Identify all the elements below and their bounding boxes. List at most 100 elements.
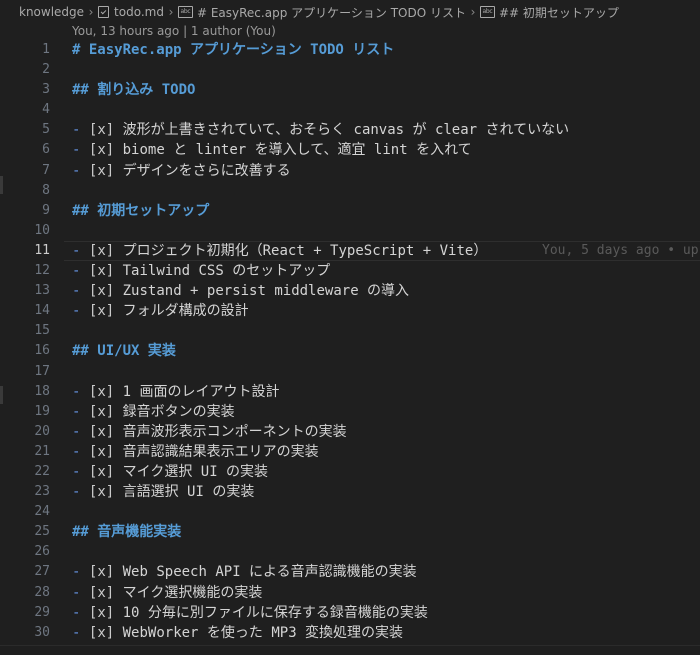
breadcrumb-symbol-heading2[interactable]: abc ## 初期セットアップ [479, 0, 619, 24]
checkbox-close-bracket: ] [105, 584, 115, 601]
breadcrumb-folder[interactable]: knowledge [19, 0, 84, 24]
editor-line[interactable]: 2 [0, 60, 700, 80]
line-number: 21 [34, 443, 50, 459]
markdown-heading-2: ## 初期セットアップ [72, 201, 209, 221]
breadcrumb-symbol-heading1[interactable]: abc # EasyRec.app アプリケーション TODO リスト [177, 0, 466, 24]
gutter-change-marker [0, 176, 3, 194]
editor-line[interactable]: 7 - [x] デザインをさらに改善する [0, 161, 700, 181]
editor-line[interactable]: 17 [0, 362, 700, 382]
task-list-item: - [x] Tailwind CSS のセットアップ [72, 261, 330, 281]
list-dash: - [72, 142, 81, 159]
inline-git-blame: You, 5 days ago • up [542, 242, 699, 258]
task-list-item: - [x] マイク選択 UI の実装 [72, 462, 268, 482]
editor-line[interactable]: 4 [0, 100, 700, 120]
task-list-item: - [x] プロジェクト初期化（React + TypeScript + Vit… [72, 241, 487, 261]
list-dash: - [72, 242, 81, 259]
line-number: 4 [42, 102, 50, 118]
list-dash: - [72, 403, 81, 420]
code-editor[interactable]: 1 # EasyRec.app アプリケーション TODO リスト 2 3 ## 割り込… [0, 40, 700, 643]
string-symbol-icon: abc [177, 6, 193, 18]
line-number: 7 [42, 162, 50, 178]
editor-line[interactable]: 11 - [x] プロジェクト初期化（React + TypeScript + V… [0, 240, 700, 262]
line-number: 30 [34, 624, 50, 640]
task-text: マイク選択 UI の実装 [122, 463, 269, 480]
task-list-item: - [x] 10 分毎に別ファイルに保存する録音機能の実装 [72, 603, 428, 623]
editor-line[interactable]: 6 - [x] biome と linter を導入して、適宜 lint を入れて [0, 140, 700, 160]
checkbox-mark: x [97, 122, 106, 139]
editor-line[interactable]: 27 - [x] Web Speech API による音声認識機能の実装 [0, 562, 700, 582]
line-number: 12 [34, 263, 50, 279]
task-list-item: - [x] マイク選択機能の実装 [72, 583, 262, 603]
checkbox-mark: x [97, 564, 106, 581]
git-blame-codelens[interactable]: You, 13 hours ago | 1 author (You) [72, 22, 276, 40]
task-text: デザインをさらに改善する [122, 162, 291, 179]
task-list-item: - [x] WebWorker を使った MP3 変換処理の実装 [72, 623, 403, 643]
checkbox-close-bracket: ] [105, 443, 115, 460]
task-text: WebWorker を使った MP3 変換処理の実装 [122, 624, 404, 641]
line-number: 19 [34, 403, 50, 419]
editor-line[interactable]: 12 - [x] Tailwind CSS のセットアップ [0, 261, 700, 281]
string-symbol-icon: abc [479, 6, 495, 18]
editor-line[interactable]: 13 - [x] Zustand + persist middleware の導入 [0, 281, 700, 301]
task-list-item: - [x] 1 画面のレイアウト設計 [72, 382, 279, 402]
editor-line[interactable]: 8 [0, 181, 700, 201]
editor-line[interactable]: 10 [0, 221, 700, 241]
editor-line[interactable]: 23 - [x] 言語選択 UI の実装 [0, 482, 700, 502]
editor-line[interactable]: 21 - [x] 音声認識結果表示エリアの実装 [0, 442, 700, 462]
checkbox-close-bracket: ] [105, 263, 115, 280]
line-number: 8 [42, 182, 50, 198]
heading-text: ## UI/UX 実装 [72, 343, 176, 360]
breadcrumb-file[interactable]: todo.md [98, 0, 164, 24]
list-dash: - [72, 303, 81, 320]
heading-text: ## 音声機能実装 [72, 524, 182, 541]
task-list-item: - [x] 言語選択 UI の実装 [72, 482, 254, 502]
checkbox-close-bracket: ] [105, 463, 115, 480]
task-text: 10 分毎に別ファイルに保存する録音機能の実装 [122, 604, 428, 621]
editor-line[interactable]: 30 - [x] WebWorker を使った MP3 変換処理の実装 [0, 623, 700, 643]
line-number: 14 [34, 303, 50, 319]
editor-line[interactable]: 20 - [x] 音声波形表示コンポーネントの実装 [0, 422, 700, 442]
task-text: 波形が上書きされていて、おそらく canvas が clear されていない [122, 122, 570, 139]
editor-line[interactable]: 18 - [x] 1 画面のレイアウト設計 [0, 382, 700, 402]
editor-line[interactable]: 5 - [x] 波形が上書きされていて、おそらく canvas が clear さ… [0, 120, 700, 140]
line-number: 18 [34, 383, 50, 399]
heading-text: # EasyRec.app アプリケーション TODO リスト [72, 42, 395, 58]
editor-line[interactable]: 24 [0, 502, 700, 522]
markdown-heading-2: ## UI/UX 実装 [72, 341, 176, 361]
checkbox-mark: x [97, 303, 106, 320]
line-number: 1 [42, 42, 50, 57]
line-number: 5 [42, 122, 50, 138]
list-dash: - [72, 484, 81, 501]
task-text: biome と linter を導入して、適宜 lint を入れて [122, 142, 472, 159]
line-number: 29 [34, 604, 50, 620]
checkbox-mark: x [97, 463, 106, 480]
editor-line[interactable]: 9 ## 初期セットアップ [0, 201, 700, 221]
editor-line[interactable]: 1 # EasyRec.app アプリケーション TODO リスト [0, 40, 700, 60]
editor-line[interactable]: 26 [0, 542, 700, 562]
editor-line[interactable]: 22 - [x] マイク選択 UI の実装 [0, 462, 700, 482]
editor-line[interactable]: 28 - [x] マイク選択機能の実装 [0, 583, 700, 603]
checkbox-close-bracket: ] [105, 423, 115, 440]
checkbox-close-bracket: ] [105, 242, 115, 259]
task-text: プロジェクト初期化（React + TypeScript + Vite） [122, 242, 488, 259]
gutter-change-marker [0, 386, 3, 404]
task-text: フォルダ構成の設計 [122, 303, 249, 320]
editor-line[interactable]: 3 ## 割り込み TODO [0, 80, 700, 100]
task-text: 音声認識結果表示エリアの実装 [122, 443, 319, 460]
line-number: 9 [42, 202, 50, 218]
task-text: マイク選択機能の実装 [122, 584, 263, 601]
editor-line[interactable]: 25 ## 音声機能実装 [0, 522, 700, 542]
task-text: Web Speech API による音声認識機能の実装 [122, 564, 417, 581]
editor-line[interactable]: 29 - [x] 10 分毎に別ファイルに保存する録音機能の実装 [0, 603, 700, 623]
list-dash: - [72, 624, 81, 641]
task-list-item: - [x] 音声波形表示コンポーネントの実装 [72, 422, 347, 442]
editor-line[interactable]: 16 ## UI/UX 実装 [0, 341, 700, 361]
line-number: 17 [34, 363, 50, 379]
checkbox-mark: x [97, 624, 106, 641]
heading-text: ## 初期セットアップ [72, 202, 210, 219]
editor-line[interactable]: 14 - [x] フォルダ構成の設計 [0, 301, 700, 321]
checkbox-close-bracket: ] [105, 403, 115, 420]
editor-line[interactable]: 15 [0, 321, 700, 341]
editor-line[interactable]: 19 - [x] 録音ボタンの実装 [0, 402, 700, 422]
chevron-right-icon: › [88, 5, 94, 19]
